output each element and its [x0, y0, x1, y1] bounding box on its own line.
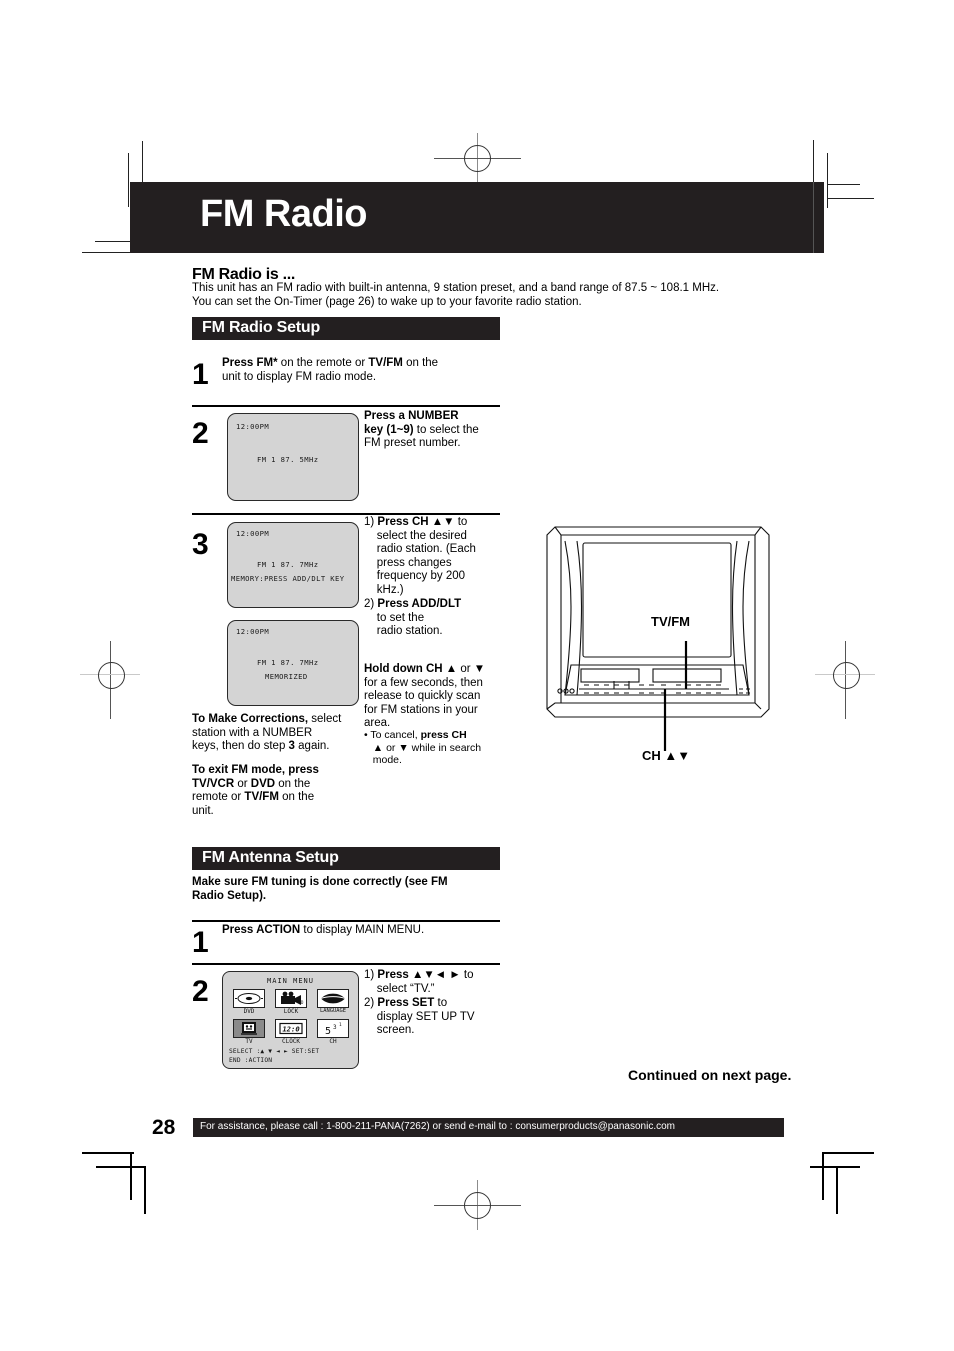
osd-clock: 12:00PM	[236, 422, 270, 431]
antenna-step-2-item-1: 1) Press ▲▼◄ ► to select “TV.”	[364, 969, 474, 995]
section-header-fm-antenna-setup: FM Antenna Setup	[192, 847, 500, 870]
step-number-1: 1	[192, 358, 209, 391]
tv-label-ch: CH ▲▼	[642, 748, 691, 763]
antenna-step-1-text: Press ACTION to display MAIN MENU.	[222, 924, 425, 936]
main-menu-item-clock-label: CLOCK	[281, 1038, 301, 1045]
svg-text:3: 3	[333, 1024, 337, 1031]
osd-display-step3b: 12:00PM FM 1 87. 7MHz MEMORIZED	[227, 620, 359, 706]
main-menu-footer-select: SELECT :▲ ▼ ◄ ► SET:SET	[229, 1048, 320, 1055]
main-menu-item-ch[interactable]: 5 3 1 CH	[315, 1019, 351, 1045]
step-3-hold-note: Hold down CH ▲ or ▼ for a few seconds, th…	[364, 663, 486, 729]
main-menu-osd: MAIN MENU DVD D LOCK LANGUAGE TV 12:0 CL…	[222, 971, 359, 1069]
antenna-step-divider-top	[192, 920, 500, 922]
crop-mark-top-right-h2	[827, 198, 874, 199]
camcorder-lock-icon-svg: D	[281, 991, 304, 1005]
step-number-2: 2	[192, 417, 209, 450]
antenna-step-number-2: 2	[192, 975, 209, 1008]
crop-mark-bottom-right-v1	[822, 1152, 824, 1200]
step-divider-2	[192, 513, 500, 515]
svg-text:5: 5	[325, 1026, 331, 1037]
main-menu-item-lock[interactable]: D LOCK	[273, 989, 309, 1015]
main-menu-footer-end: END :ACTION	[229, 1057, 273, 1064]
camcorder-lock-icon: D	[275, 989, 307, 1008]
main-menu-item-dvd[interactable]: DVD	[231, 989, 267, 1015]
main-menu-item-tv-label: TV	[245, 1038, 253, 1045]
footer-assistance-bar: For assistance, please call : 1-800-211-…	[193, 1118, 784, 1137]
step-3-item-2: 2) Press ADD/DLT to set the radio statio…	[364, 598, 462, 637]
channel-number-icon-svg: 5 3 1	[325, 1022, 342, 1037]
mouth-language-icon	[317, 989, 349, 1008]
osd-clock: 12:00PM	[236, 529, 270, 538]
step-3-item-1: 1) Press CH ▲▼ to select the desired rad…	[364, 516, 476, 596]
crop-mark-bottom-left-v2	[144, 1166, 146, 1214]
registration-top-center-circle	[464, 145, 491, 172]
tv-face-icon-svg	[241, 1022, 257, 1035]
page-title: FM Radio	[200, 193, 367, 235]
osd-status: FM 1 87. 7MHz	[257, 658, 319, 667]
crop-mark-bottom-left-h2	[96, 1166, 146, 1168]
main-menu-title: MAIN MENU	[267, 977, 314, 985]
step-1-text: Press FM* on the remote or TV/FM on the u…	[222, 357, 439, 383]
svg-text:12:0: 12:0	[282, 1025, 300, 1034]
svg-text:1: 1	[339, 1022, 342, 1028]
clock-icon-svg: 12:0	[279, 1022, 303, 1035]
osd-status: FM 1 87. 5MHz	[257, 455, 319, 464]
footer-assistance-text: For assistance, please call : 1-800-211-…	[200, 1121, 676, 1132]
main-menu-item-lock-label: LOCK	[283, 1008, 299, 1015]
tv-label-tvfm: TV/FM	[651, 614, 690, 629]
disc-icon	[233, 989, 265, 1008]
crop-mark-bottom-right-h1	[822, 1152, 874, 1154]
antenna-setup-note: Make sure FM tuning is done correctly (s…	[192, 876, 448, 902]
main-menu-item-language[interactable]: LANGUAGE	[315, 989, 351, 1014]
continued-next-page: Continued on next page.	[628, 1067, 792, 1083]
manual-page: FM Radio FM Radio is ... This unit has a…	[0, 0, 954, 1351]
channel-number-icon: 5 3 1	[317, 1019, 349, 1038]
registration-right-circle	[833, 662, 860, 689]
main-menu-item-tv[interactable]: TV	[231, 1019, 267, 1045]
page-number: 28	[152, 1116, 176, 1139]
main-menu-item-ch-label: CH	[329, 1038, 337, 1045]
step-number-3: 3	[192, 528, 209, 561]
section-header-fm-radio-setup-label: FM Radio Setup	[202, 319, 321, 336]
intro-line-2: You can set the On-Timer (page 26) to wa…	[192, 296, 582, 308]
main-menu-item-dvd-label: DVD	[243, 1008, 255, 1015]
corrections-note: To Make Corrections, select station with …	[192, 713, 342, 752]
title-band-seam	[813, 182, 814, 253]
disc-icon-svg	[235, 993, 263, 1004]
mouth-language-icon-svg	[320, 993, 346, 1004]
crop-mark-bottom-left-h1	[82, 1152, 134, 1154]
crop-mark-bottom-right-h2	[810, 1166, 860, 1168]
osd-message: MEMORIZED	[265, 672, 308, 681]
step-divider-1	[192, 405, 500, 407]
osd-clock: 12:00PM	[236, 627, 270, 636]
registration-bottom-center-circle	[464, 1192, 491, 1219]
crop-mark-top-left-v2	[128, 153, 129, 207]
svg-text:D: D	[301, 1000, 304, 1005]
page-title-band: FM Radio	[130, 182, 824, 253]
osd-message: MEMORY:PRESS ADD/DLT KEY	[231, 574, 345, 583]
exit-fm-mode-note: To exit FM mode, press TV/VCR or DVD on t…	[192, 764, 319, 817]
section-header-fm-antenna-setup-label: FM Antenna Setup	[202, 849, 339, 866]
step-3-cancel-note: • To cancel, press CH ▲ or ▼ while in se…	[364, 729, 482, 766]
crop-mark-bottom-right-v2	[836, 1166, 838, 1214]
crop-mark-bottom-left-v1	[130, 1152, 132, 1200]
section-header-fm-radio-setup: FM Radio Setup	[192, 317, 500, 340]
intro-body: This unit has an FM radio with built-in …	[192, 281, 792, 309]
registration-left-circle	[98, 662, 125, 689]
osd-display-step3a: 12:00PM FM 1 87. 7MHz MEMORY:PRESS ADD/D…	[227, 522, 359, 608]
osd-status: FM 1 87. 7MHz	[257, 560, 319, 569]
step-2-text: Press a NUMBER key (1~9) to select the FM …	[364, 410, 479, 449]
crop-mark-top-right-v2	[827, 153, 828, 208]
main-menu-item-clock[interactable]: 12:0 CLOCK	[273, 1019, 309, 1045]
osd-display-step2: 12:00PM FM 1 87. 5MHz	[227, 413, 359, 501]
crop-mark-top-right-h1	[827, 184, 860, 185]
antenna-step-divider-mid	[192, 963, 500, 965]
antenna-step-number-1: 1	[192, 926, 209, 959]
clock-icon: 12:0	[275, 1019, 307, 1038]
antenna-step-2-item-2: 2) Press SET to display SET UP TV screen…	[364, 997, 475, 1036]
intro-line-1: This unit has an FM radio with built-in …	[192, 282, 720, 294]
tv-face-icon	[233, 1019, 265, 1038]
